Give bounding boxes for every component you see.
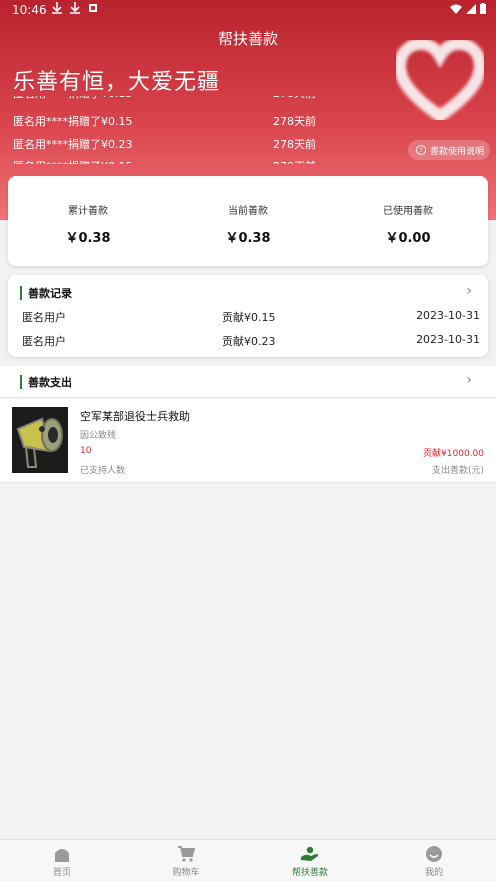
expenses-header[interactable]: 善款支出 ›	[0, 366, 496, 398]
charity-hand-icon	[301, 846, 319, 861]
tab-profile[interactable]: 我的	[372, 840, 496, 881]
expense-item[interactable]: 空军某部退役士兵救助 因公致残 10 已支持人数 贡献¥1000.00 支出善款…	[0, 399, 496, 483]
status-time: 10:46	[12, 3, 47, 17]
stat-current: 当前善款 ￥0.38	[225, 206, 271, 246]
supporters-count: 10	[80, 446, 92, 456]
donation-records-card[interactable]: 善款记录 › 匿名用户 贡献¥0.15 2023-10-31 匿名用户 贡献¥0…	[8, 275, 488, 357]
cart-icon	[178, 846, 195, 862]
ticker-row: 匿名用****捐赠了¥0.15 278天前	[13, 96, 323, 106]
ticker-row: 匿名用****捐赠了¥0.15 278天前	[13, 115, 316, 128]
expenses-title: 善款支出	[28, 376, 72, 389]
cloud-heart-icon	[396, 40, 484, 120]
record-row: 匿名用户 贡献¥0.23 2023-10-31	[22, 333, 480, 348]
donation-ticker: 匿名用****捐赠了¥0.15 278天前 匿名用****捐赠了¥0.15 27…	[13, 96, 323, 164]
battery-icon	[480, 3, 486, 14]
chevron-right-icon[interactable]: ›	[466, 372, 472, 388]
profile-icon	[426, 846, 442, 862]
usage-note-button[interactable]: ! 善款使用说明	[407, 140, 490, 160]
chevron-right-icon[interactable]: ›	[466, 283, 472, 299]
tab-cart[interactable]: 购物车	[124, 840, 248, 881]
megaphone-thumbnail-icon	[12, 407, 68, 473]
expense-title: 空军某部退役士兵救助	[80, 410, 190, 423]
home-icon	[55, 849, 69, 862]
stat-used: 已使用善款 ￥0.00	[383, 206, 433, 246]
signal-icon	[466, 3, 476, 14]
bottom-tab-bar: 首页 购物车 帮扶善款 我的	[0, 839, 496, 881]
notification-icon	[89, 4, 97, 12]
slogan: 乐善有恒，大爱无疆	[13, 70, 221, 95]
records-title: 善款记录	[28, 287, 72, 300]
supporters-label: 已支持人数	[80, 466, 126, 476]
ticker-row: 匿名用****捐赠了¥0.15 278天前	[13, 155, 323, 164]
stat-total: 累计善款 ￥0.38	[65, 206, 111, 246]
record-row: 匿名用户 贡献¥0.15 2023-10-31	[22, 309, 480, 324]
tab-charity[interactable]: 帮扶善款	[248, 840, 372, 881]
wifi-icon	[450, 4, 462, 14]
expense-subtitle: 因公致残	[80, 431, 117, 441]
expense-amount: 贡献¥1000.00	[423, 449, 484, 459]
info-icon: !	[415, 145, 426, 155]
download-icon	[52, 2, 62, 14]
ticker-row: 匿名用****捐赠了¥0.23 278天前	[13, 138, 316, 151]
download-icon	[70, 2, 80, 14]
usage-note-label: 善款使用说明	[429, 146, 484, 157]
status-bar: 10:46	[0, 0, 496, 20]
tab-home[interactable]: 首页	[0, 840, 124, 881]
expense-amount-label: 支出善款(元)	[431, 466, 484, 476]
donation-stats-card: 累计善款 ￥0.38 当前善款 ￥0.38 已使用善款 ￥0.00	[8, 176, 488, 266]
